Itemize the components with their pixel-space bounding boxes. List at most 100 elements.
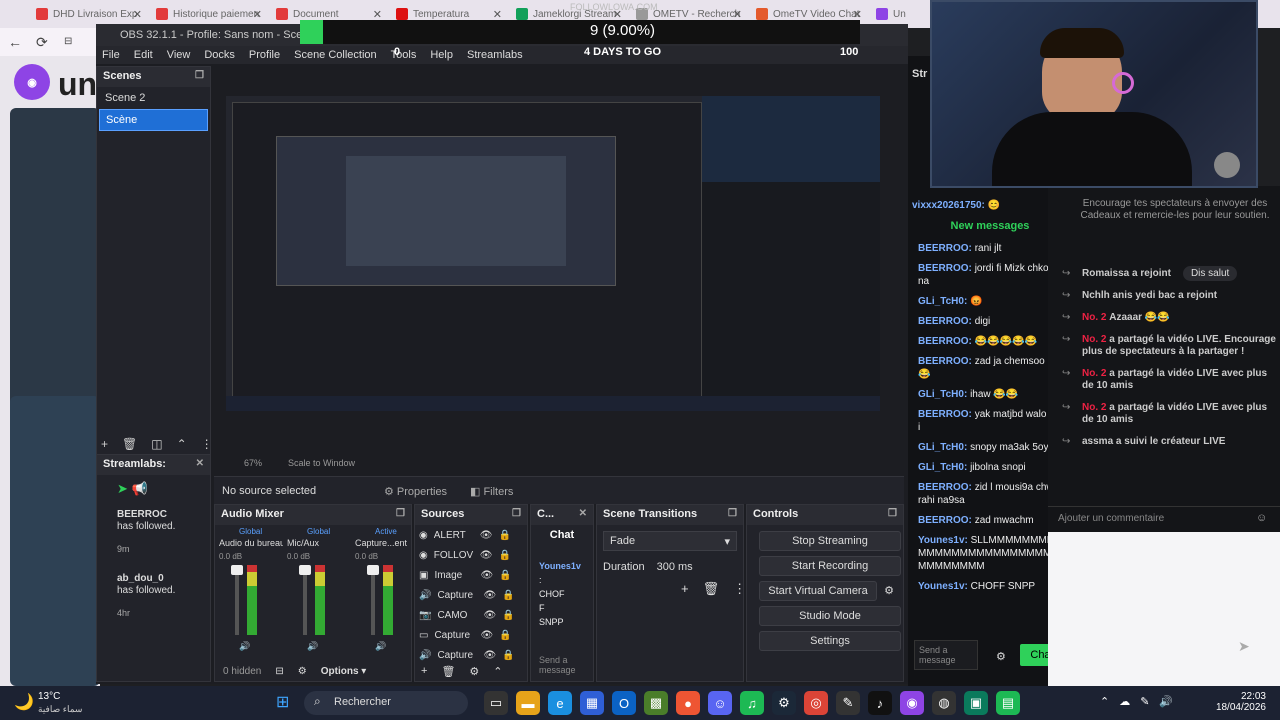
tab-close-icon[interactable]: ✕: [493, 8, 502, 21]
menu-item-docks[interactable]: Docks: [204, 49, 235, 61]
transition-menu-icon[interactable]: ⋮: [733, 581, 746, 597]
file-explorer-icon[interactable]: ▬: [516, 691, 540, 715]
edge-icon[interactable]: e: [548, 691, 572, 715]
system-tray[interactable]: ⌃☁✎🔊: [1100, 695, 1183, 708]
remove-source-icon[interactable]: 🗑: [441, 665, 455, 678]
capcut-icon[interactable]: ✎: [836, 691, 860, 715]
add-scene-icon[interactable]: +: [101, 437, 108, 451]
source-item[interactable]: ▣ Image 👁 🔒: [415, 565, 527, 585]
chat-settings-icon[interactable]: ⚙: [996, 650, 1006, 663]
source-item[interactable]: 📷 CAMO 👁 🔒: [415, 605, 527, 625]
source-settings-icon[interactable]: ⚙: [469, 665, 479, 678]
volume-knob[interactable]: [231, 565, 243, 575]
say-hi-button[interactable]: Dis salut: [1182, 266, 1238, 281]
menu-item-help[interactable]: Help: [430, 49, 453, 61]
add-source-icon[interactable]: +: [421, 665, 427, 677]
volume-slider[interactable]: [371, 565, 375, 635]
eye-icon[interactable]: 👁: [480, 550, 493, 561]
emoji-icon[interactable]: ☺: [1256, 512, 1267, 524]
clock[interactable]: 22:03 18/04/2026: [1214, 691, 1266, 713]
mixer-layout-icon[interactable]: ⊟: [275, 666, 283, 677]
filters-button[interactable]: ◧ Filters: [470, 485, 513, 498]
menu-item-scene-collection[interactable]: Scene Collection: [294, 49, 377, 61]
scene-item[interactable]: Scène: [99, 109, 208, 131]
steam-icon[interactable]: ⚙: [772, 691, 796, 715]
menu-item-file[interactable]: File: [102, 49, 120, 61]
store-icon[interactable]: ▦: [580, 691, 604, 715]
scene-filter-icon[interactable]: ◫: [151, 437, 162, 451]
remove-scene-icon[interactable]: 🗑: [122, 437, 137, 451]
source-item[interactable]: ▭ Capture 👁 🔒: [415, 625, 527, 645]
minecraft-icon[interactable]: ▩: [644, 691, 668, 715]
tiktok-icon[interactable]: ♪: [868, 691, 892, 715]
speaker-icon[interactable]: 🔊: [375, 641, 386, 652]
preview-scale-select[interactable]: Scale to Window: [288, 458, 355, 468]
tab-close-icon[interactable]: ✕: [733, 8, 742, 21]
source-item[interactable]: 🔊 Capture 👁 🔒: [415, 585, 527, 605]
menu-item-view[interactable]: View: [167, 49, 191, 61]
lock-icon[interactable]: 🔒: [498, 550, 510, 561]
transition-select[interactable]: Fade ▾: [603, 531, 737, 551]
lock-icon[interactable]: 🔒: [499, 630, 511, 641]
speaker-icon[interactable]: 🔊: [239, 641, 250, 652]
lock-icon[interactable]: 🔒: [499, 570, 511, 581]
weather-icon[interactable]: 🌙: [14, 692, 34, 712]
menu-item-streamlabs[interactable]: Streamlabs: [467, 49, 523, 61]
app-icon[interactable]: ●: [676, 691, 700, 715]
lock-icon[interactable]: 🔒: [502, 590, 514, 601]
control-button-start-virtual-camera[interactable]: Start Virtual Camera: [759, 581, 877, 601]
menu-item-edit[interactable]: Edit: [134, 49, 153, 61]
eye-icon[interactable]: 👁: [480, 570, 493, 581]
close-icon[interactable]: ✕: [196, 458, 204, 469]
speaker-icon[interactable]: 🔊: [307, 641, 318, 652]
outlook-icon[interactable]: O: [612, 691, 636, 715]
tab-close-icon[interactable]: ✕: [853, 8, 862, 21]
close-icon[interactable]: ✕: [579, 508, 587, 519]
source-up-icon[interactable]: ⌃: [493, 665, 502, 678]
megaphone-icon[interactable]: 📢: [132, 481, 148, 496]
volume-slider[interactable]: [303, 565, 307, 635]
menu-item-profile[interactable]: Profile: [249, 49, 280, 61]
source-item[interactable]: ◉ FOLLOV 👁 🔒: [415, 545, 527, 565]
chat-dock-tab[interactable]: Chat: [531, 525, 593, 545]
back-icon[interactable]: ←: [8, 34, 22, 50]
discord-icon[interactable]: ☺: [708, 691, 732, 715]
lock-icon[interactable]: 🔒: [502, 610, 514, 621]
eye-icon[interactable]: 👁: [480, 630, 493, 641]
send-icon[interactable]: ➤: [117, 481, 128, 496]
taskbar-search[interactable]: Rechercher: [304, 691, 468, 715]
reload-icon[interactable]: ⟳: [36, 34, 48, 51]
app2-icon[interactable]: ▣: [964, 691, 988, 715]
control-button-studio-mode[interactable]: Studio Mode: [759, 606, 901, 626]
preview-canvas[interactable]: [226, 96, 880, 411]
mixer-settings-icon[interactable]: ⚙: [298, 666, 307, 677]
chrome-icon[interactable]: ◎: [804, 691, 828, 715]
scene-menu-icon[interactable]: ⋮: [201, 437, 213, 451]
volume-knob[interactable]: [299, 565, 311, 575]
scene-item[interactable]: Scene 2: [99, 88, 208, 108]
send-arrow-icon[interactable]: ➤: [1238, 638, 1250, 655]
obs-icon[interactable]: ◍: [932, 691, 956, 715]
site-info-icon[interactable]: ⊟: [64, 36, 72, 47]
tab-close-icon[interactable]: ✕: [373, 8, 382, 21]
control-button-start-recording[interactable]: Start Recording: [759, 556, 901, 576]
lock-icon[interactable]: 🔒: [498, 530, 510, 541]
control-button-settings[interactable]: Settings: [759, 631, 901, 651]
chat-send-input[interactable]: Send a message: [914, 640, 978, 670]
add-transition-icon[interactable]: +: [681, 581, 689, 597]
volume-slider[interactable]: [235, 565, 239, 635]
virtual-camera-settings-icon[interactable]: ⚙: [879, 581, 899, 601]
mixer-options-button[interactable]: Options ▾: [321, 666, 367, 677]
tab-close-icon[interactable]: ✕: [133, 8, 142, 21]
app3-icon[interactable]: ▤: [996, 691, 1020, 715]
chat-dock-send[interactable]: Send a message: [539, 655, 587, 675]
comment-input[interactable]: Ajouter un commentaire: [1048, 506, 1280, 530]
windows-start-icon[interactable]: ⊞: [276, 692, 289, 712]
streamlabs-icon[interactable]: ◉: [900, 691, 924, 715]
eye-icon[interactable]: 👁: [483, 650, 496, 661]
tab-close-icon[interactable]: ✕: [253, 8, 262, 21]
duration-input[interactable]: 300 ms: [657, 561, 693, 573]
volume-knob[interactable]: [367, 565, 379, 575]
remove-transition-icon[interactable]: 🗑: [703, 581, 720, 597]
source-item[interactable]: ◉ ALERT 👁 🔒: [415, 525, 527, 545]
